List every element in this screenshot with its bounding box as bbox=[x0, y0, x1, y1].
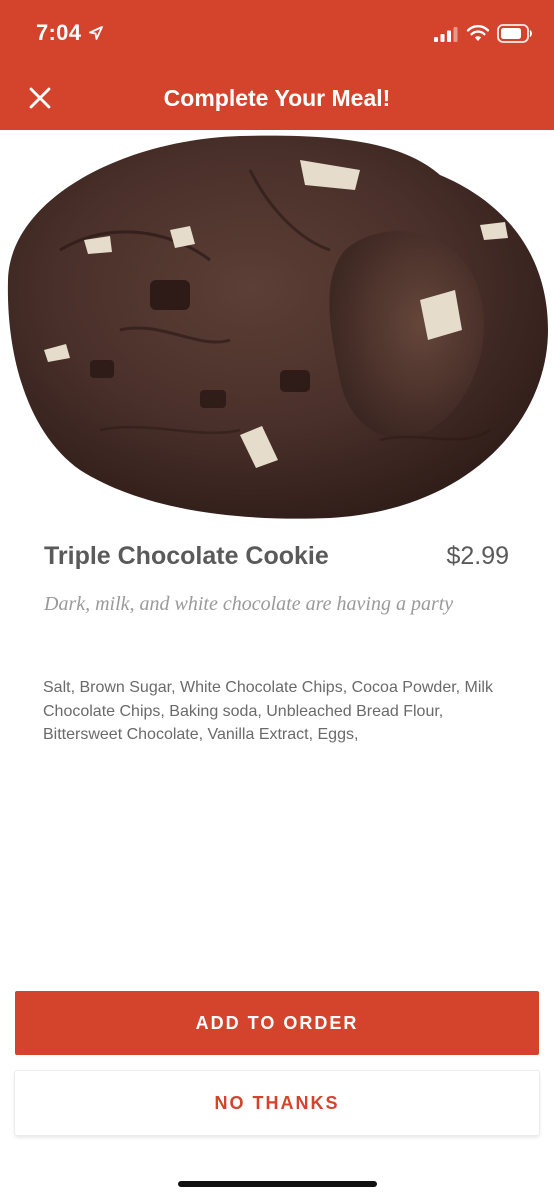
cookie-image bbox=[7, 135, 548, 519]
status-bar: 7:04 bbox=[0, 0, 554, 66]
no-thanks-button[interactable]: NO THANKS bbox=[15, 1071, 539, 1135]
cellular-signal-icon bbox=[434, 27, 458, 42]
page-title: Complete Your Meal! bbox=[163, 85, 391, 111]
home-indicator[interactable] bbox=[178, 1181, 377, 1187]
add-to-order-button[interactable]: ADD TO ORDER bbox=[15, 991, 539, 1055]
location-arrow-icon bbox=[89, 26, 103, 40]
product-tagline: Dark, milk, and white chocolate are havi… bbox=[44, 593, 454, 615]
product-name: Triple Chocolate Cookie bbox=[44, 542, 329, 570]
battery-icon bbox=[497, 24, 532, 43]
wifi-icon bbox=[466, 25, 490, 41]
product-ingredients: Salt, Brown Sugar, White Chocolate Chips… bbox=[43, 679, 493, 743]
product-price: $2.99 bbox=[446, 542, 509, 570]
status-time: 7:04 bbox=[36, 20, 82, 45]
app-header: 7:04 Complete Your Meal! bbox=[0, 0, 554, 130]
